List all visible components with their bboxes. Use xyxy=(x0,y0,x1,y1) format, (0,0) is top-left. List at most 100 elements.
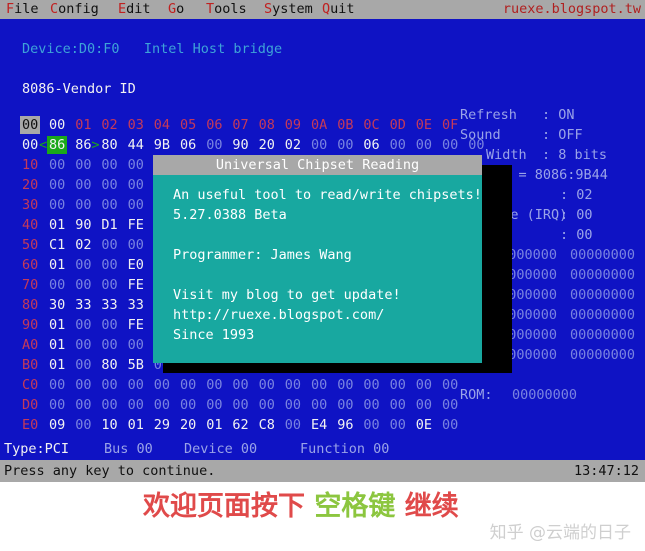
hex-byte[interactable]: 00 xyxy=(337,397,353,413)
hex-byte[interactable]: 00 xyxy=(416,137,432,153)
hex-header-col[interactable]: 06 xyxy=(206,117,222,133)
hex-header-col[interactable]: 09 xyxy=(285,117,301,133)
hex-byte[interactable]: 00 xyxy=(206,137,222,153)
hex-byte[interactable]: 20 xyxy=(180,417,196,433)
hex-byte[interactable]: 9B xyxy=(154,137,170,153)
hex-byte[interactable]: 5B xyxy=(128,357,144,373)
hex-byte[interactable]: 00 xyxy=(311,377,327,393)
hex-byte[interactable]: 10 xyxy=(101,417,117,433)
hex-byte[interactable]: 09 xyxy=(49,417,65,433)
hex-byte[interactable]: FE xyxy=(128,217,144,233)
menu-item-go[interactable]: Go xyxy=(168,2,184,17)
hex-byte[interactable]: 00 xyxy=(128,157,144,173)
hex-byte[interactable]: 01 xyxy=(206,417,222,433)
hex-byte[interactable]: 33 xyxy=(75,297,91,313)
hex-byte[interactable]: 00 xyxy=(128,197,144,213)
hex-byte[interactable]: 00 xyxy=(75,377,91,393)
hex-header-col[interactable]: 07 xyxy=(232,117,248,133)
hex-header-col[interactable]: 04 xyxy=(154,117,170,133)
menu-item-tools[interactable]: Tools xyxy=(206,2,247,17)
hex-header-col[interactable]: 03 xyxy=(128,117,144,133)
hex-byte[interactable]: 00 xyxy=(101,277,117,293)
hex-header-col[interactable]: 01 xyxy=(75,117,91,133)
hex-byte[interactable]: 00 xyxy=(180,397,196,413)
hex-byte[interactable]: 00 xyxy=(442,137,458,153)
hex-byte[interactable]: 00 xyxy=(442,397,458,413)
hex-byte[interactable]: 02 xyxy=(75,237,91,253)
hex-byte[interactable]: 00 xyxy=(101,177,117,193)
hex-header-col[interactable]: 00 xyxy=(49,117,65,133)
hex-byte[interactable]: 44 xyxy=(128,137,144,153)
hex-byte[interactable]: 00 xyxy=(75,257,91,273)
hex-byte[interactable]: 00 xyxy=(311,137,327,153)
hex-byte[interactable]: 00 xyxy=(154,397,170,413)
hex-byte[interactable]: 06 xyxy=(363,137,379,153)
hex-byte[interactable]: 96 xyxy=(337,417,353,433)
hex-byte[interactable]: 00 xyxy=(206,397,222,413)
hex-header-col[interactable]: 02 xyxy=(101,117,117,133)
hex-byte[interactable]: 01 xyxy=(49,257,65,273)
hex-byte[interactable]: 02 xyxy=(285,137,301,153)
hex-byte[interactable]: 01 xyxy=(49,357,65,373)
hex-byte[interactable]: 00 xyxy=(206,377,222,393)
hex-header-col[interactable]: 0E xyxy=(416,117,432,133)
hex-byte[interactable]: 00 xyxy=(75,177,91,193)
hex-byte[interactable]: 00 xyxy=(128,377,144,393)
hex-byte[interactable]: 00 xyxy=(363,377,379,393)
hex-byte[interactable]: 00 xyxy=(416,397,432,413)
hex-byte[interactable]: 00 xyxy=(101,397,117,413)
hex-byte[interactable]: 90 xyxy=(232,137,248,153)
hex-byte[interactable]: 00 xyxy=(101,237,117,253)
hex-byte[interactable]: 01 xyxy=(49,217,65,233)
selected-hex-byte[interactable]: 86 xyxy=(47,136,68,154)
hex-header-col[interactable]: 0B xyxy=(337,117,353,133)
hex-byte[interactable]: 00 xyxy=(101,157,117,173)
menu-item-edit[interactable]: Edit xyxy=(118,2,151,17)
hex-byte[interactable]: 00 xyxy=(311,397,327,413)
hex-header-col[interactable]: 08 xyxy=(259,117,275,133)
hex-byte[interactable]: 80 xyxy=(101,137,117,153)
hex-byte[interactable]: 00 xyxy=(101,337,117,353)
hex-byte[interactable]: 00 xyxy=(101,377,117,393)
hex-byte[interactable]: 90 xyxy=(75,217,91,233)
hex-byte[interactable]: 33 xyxy=(128,297,144,313)
hex-byte[interactable]: 00 xyxy=(390,137,406,153)
hex-byte[interactable]: 00 xyxy=(49,197,65,213)
hex-byte[interactable]: 00 xyxy=(337,137,353,153)
hex-byte[interactable]: 00 xyxy=(75,157,91,173)
hex-byte[interactable]: 00 xyxy=(49,277,65,293)
hex-byte[interactable]: FE xyxy=(128,277,144,293)
hex-byte[interactable]: 00 xyxy=(49,157,65,173)
hex-header-col[interactable]: 05 xyxy=(180,117,196,133)
hex-byte[interactable]: 00 xyxy=(390,397,406,413)
hex-byte[interactable]: 00 xyxy=(101,317,117,333)
hex-byte[interactable]: E0 xyxy=(128,257,144,273)
hex-byte[interactable]: 00 xyxy=(180,377,196,393)
hex-byte[interactable]: 00 xyxy=(101,197,117,213)
hex-byte[interactable]: 00 xyxy=(75,277,91,293)
hex-header-col[interactable]: 0C xyxy=(363,117,379,133)
hex-byte[interactable]: 00 xyxy=(101,257,117,273)
hex-byte[interactable]: 01 xyxy=(128,417,144,433)
hex-byte[interactable]: 00 xyxy=(285,397,301,413)
menu-item-config[interactable]: Config xyxy=(50,2,99,17)
menu-item-quit[interactable]: Quit xyxy=(322,2,355,17)
hex-byte[interactable]: D1 xyxy=(101,217,117,233)
hex-byte[interactable]: 00 xyxy=(75,357,91,373)
hex-byte[interactable]: 00 xyxy=(75,317,91,333)
hex-byte[interactable]: 00 xyxy=(75,197,91,213)
hex-byte[interactable]: 00 xyxy=(75,337,91,353)
hex-byte[interactable]: 00 xyxy=(390,417,406,433)
hex-byte[interactable]: 86 xyxy=(75,137,91,153)
hex-byte[interactable]: 00 xyxy=(128,237,144,253)
hex-byte[interactable]: 00 xyxy=(285,417,301,433)
hex-header-col[interactable]: 0A xyxy=(311,117,327,133)
hex-byte[interactable]: 00 xyxy=(416,377,432,393)
menu-item-file[interactable]: File xyxy=(6,2,39,17)
hex-byte[interactable]: 0E xyxy=(416,417,432,433)
hex-byte[interactable]: 00 xyxy=(75,417,91,433)
hex-byte[interactable]: 20 xyxy=(259,137,275,153)
hex-byte[interactable]: 00 xyxy=(259,377,275,393)
hex-byte[interactable]: 62 xyxy=(232,417,248,433)
hex-header-col[interactable]: 0F xyxy=(442,117,458,133)
